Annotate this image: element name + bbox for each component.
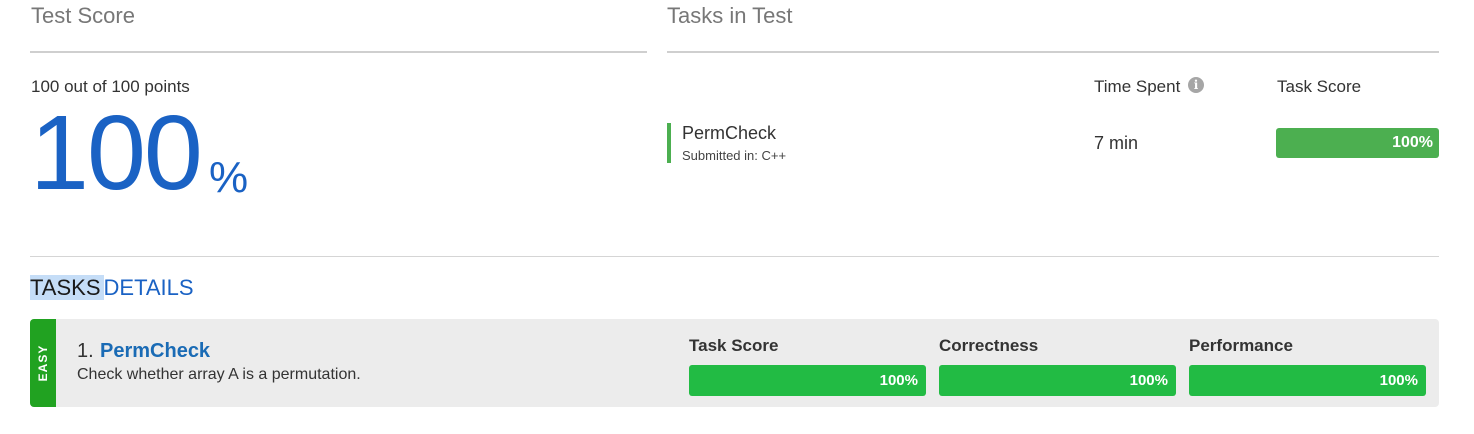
info-icon[interactable]: i xyxy=(1188,77,1204,93)
task-time-spent: 7 min xyxy=(1094,133,1139,153)
score-percent-value: 100 xyxy=(30,94,203,212)
task-name[interactable]: PermCheck xyxy=(682,123,776,144)
metric-label-performance: Performance xyxy=(1189,336,1293,355)
task-score-value: 100% xyxy=(1392,134,1433,151)
task-detail-name-link[interactable]: PermCheck xyxy=(100,340,210,363)
tasks-in-test-rule xyxy=(667,51,1439,53)
section-divider xyxy=(30,256,1439,257)
task-score-bar: 100% xyxy=(1276,128,1439,158)
tasks-in-test-title: Tasks in Test xyxy=(667,3,793,28)
test-score-rule xyxy=(30,51,647,53)
metric-label-task-score: Task Score xyxy=(689,336,779,355)
tasks-details-title: TASKS DETAILS xyxy=(30,274,194,302)
task-score-header: Task Score xyxy=(1277,77,1362,96)
score-percent-sign: % xyxy=(209,153,249,202)
time-spent-header: Time Spent xyxy=(1094,77,1181,96)
difficulty-label: EASY xyxy=(36,344,50,382)
metric-value-performance: 100% xyxy=(1379,372,1418,389)
metric-bar-task-score: 100% xyxy=(689,365,926,396)
task-submitted-language: Submitted in: C++ xyxy=(682,148,787,163)
difficulty-badge: EASY xyxy=(30,319,56,407)
metric-value-correctness: 100% xyxy=(1129,372,1168,389)
metric-bar-correctness: 100% xyxy=(939,365,1176,396)
metric-value-task-score: 100% xyxy=(879,372,918,389)
metric-bar-performance: 100% xyxy=(1189,365,1426,396)
task-status-accent xyxy=(667,123,671,163)
tasks-details-title-rest: DETAILS xyxy=(103,275,194,300)
task-detail-number: 1. xyxy=(77,340,94,362)
task-detail-description: Check whether array A is a permutation. xyxy=(77,366,361,383)
metric-label-correctness: Correctness xyxy=(939,336,1039,355)
tasks-details-title-highlight: TASKS xyxy=(30,275,104,300)
test-score-title: Test Score xyxy=(31,3,135,28)
